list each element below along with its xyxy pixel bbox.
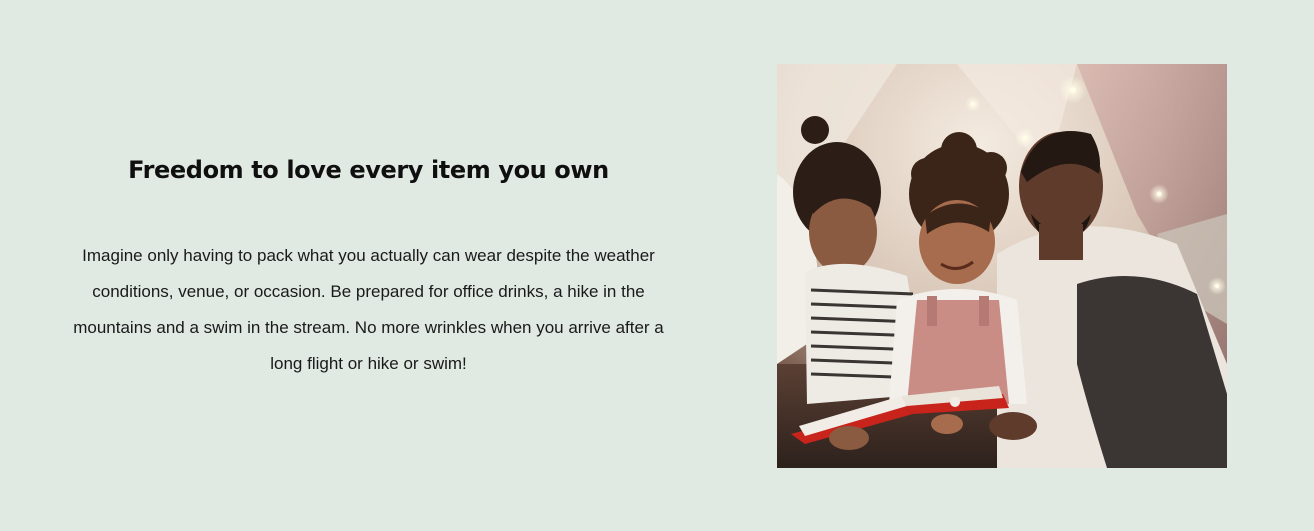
feature-description: Imagine only having to pack what you act… bbox=[73, 246, 664, 373]
family-reading-illustration bbox=[777, 64, 1227, 468]
feature-section: Freedom to love every item you own Imagi… bbox=[0, 0, 1314, 531]
feature-heading: Freedom to love every item you own bbox=[128, 156, 609, 184]
feature-photo bbox=[777, 64, 1227, 468]
feature-text-column: Freedom to love every item you own Imagi… bbox=[62, 148, 675, 382]
